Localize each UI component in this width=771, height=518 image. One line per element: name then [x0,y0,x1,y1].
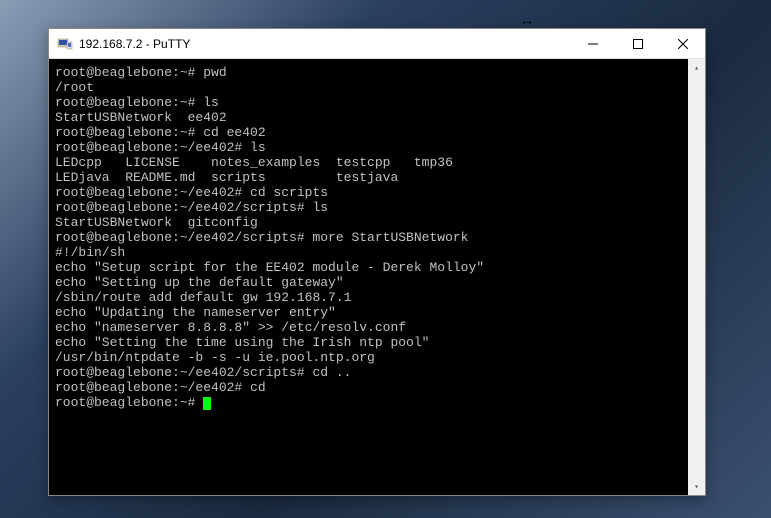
terminal-line: root@beaglebone:~/ee402/scripts# cd .. [55,365,705,380]
window-title: 192.168.7.2 - PuTTY [79,37,570,51]
terminal-line: StartUSBNetwork gitconfig [55,215,705,230]
titlebar[interactable]: 192.168.7.2 - PuTTY [49,29,705,59]
terminal-line: StartUSBNetwork ee402 [55,110,705,125]
terminal-line: root@beaglebone:~# pwd [55,65,705,80]
terminal-line: root@beaglebone:~/ee402/scripts# more St… [55,230,705,245]
cursor [203,397,211,410]
scrollbar[interactable]: ▴ ▾ [688,59,705,495]
resize-indicator: ↔ [520,12,534,28]
terminal-line: echo "Updating the nameserver entry" [55,305,705,320]
terminal-line: root@beaglebone:~/ee402/scripts# ls [55,200,705,215]
terminal-line: LEDjava README.md scripts testjava [55,170,705,185]
scroll-down-button[interactable]: ▾ [688,478,705,495]
terminal-line: /usr/bin/ntpdate -b -s -u ie.pool.ntp.or… [55,350,705,365]
scroll-up-button[interactable]: ▴ [688,59,705,76]
terminal-line: root@beaglebone:~/ee402# cd [55,380,705,395]
terminal-line: echo "Setting the time using the Irish n… [55,335,705,350]
terminal-line: #!/bin/sh [55,245,705,260]
maximize-button[interactable] [615,29,660,58]
minimize-button[interactable] [570,29,615,58]
terminal-line: LEDcpp LICENSE notes_examples testcpp tm… [55,155,705,170]
terminal-area[interactable]: root@beaglebone:~# pwd/rootroot@beaglebo… [49,59,705,495]
terminal-output: root@beaglebone:~# pwd/rootroot@beaglebo… [55,65,705,410]
terminal-line: root@beaglebone:~/ee402# cd scripts [55,185,705,200]
terminal-line: root@beaglebone:~# cd ee402 [55,125,705,140]
putty-icon [57,36,73,52]
window-controls [570,29,705,58]
terminal-line: /root [55,80,705,95]
terminal-line: echo "Setup script for the EE402 module … [55,260,705,275]
putty-window: 192.168.7.2 - PuTTY root@beaglebone:~# p… [48,28,706,496]
terminal-line: root@beaglebone:~# [55,395,705,410]
terminal-line: root@beaglebone:~# ls [55,95,705,110]
close-button[interactable] [660,29,705,58]
terminal-line: /sbin/route add default gw 192.168.7.1 [55,290,705,305]
terminal-line: root@beaglebone:~/ee402# ls [55,140,705,155]
terminal-line: echo "nameserver 8.8.8.8" >> /etc/resolv… [55,320,705,335]
terminal-line: echo "Setting up the default gateway" [55,275,705,290]
